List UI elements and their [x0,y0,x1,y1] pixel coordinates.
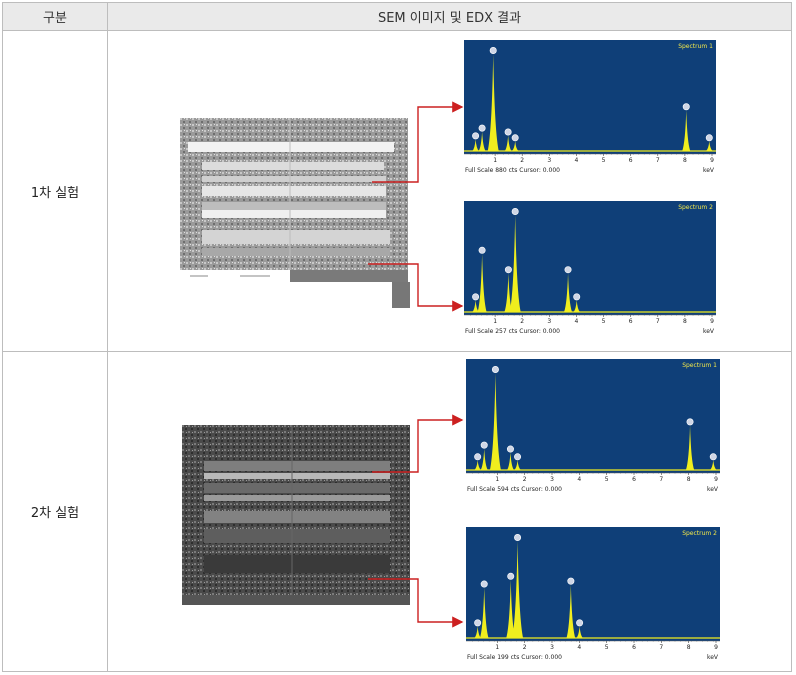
spectrum-2: Spectrum 2 1 2 3 4 5 6 7 8 9 Full Scale 257 cts Cu… [464,201,716,337]
x-tick-label: 3 [550,644,554,651]
peak-marker [709,453,717,461]
spectrum-footer: Full Scale 199 cts Cursor: 0.000 [467,654,562,661]
x-tick-label: 9 [714,644,718,651]
peak-marker [472,132,480,140]
peak-marker [682,103,690,111]
x-tick-label: 1 [495,644,499,651]
peak-marker [472,293,480,301]
spectrum-3: Spectrum 1 1 2 3 4 5 6 7 8 9 Full Scale 594 cts Cu… [466,359,720,495]
plot-area [466,359,720,473]
spectrum-footer: Full Scale 594 cts Cursor: 0.000 [467,486,562,493]
x-tick-label: 4 [577,476,581,483]
x-tick-label: 8 [683,157,687,164]
x-tick-label: 6 [632,644,636,651]
spectrum-title: Spectrum 1 [682,362,717,369]
spectrum-unit: keV [707,654,719,661]
row-2-label-cell: 2차 실험 [2,351,108,672]
peak-marker [507,572,515,580]
header-sem-edx-label: SEM 이미지 및 EDX 결과 [377,11,522,26]
plot-area [466,527,720,641]
peak-marker [478,124,486,132]
x-tick-label: 2 [520,318,524,325]
peak-marker [514,453,522,461]
peak-marker [705,134,713,142]
x-tick-label: 3 [547,157,551,164]
plot-area [464,201,716,315]
x-tick-label: 2 [520,157,524,164]
peak-marker [491,366,499,374]
x-tick-label: 7 [656,157,660,164]
peak-marker [480,580,488,588]
x-tick-label: 3 [550,476,554,483]
x-tick-label: 3 [547,318,551,325]
peak-marker [478,246,486,254]
peak-marker [474,619,482,627]
x-tick-label: 5 [605,644,609,651]
peak-marker [564,266,572,274]
spectrum-4: Spectrum 2 1 2 3 4 5 6 7 8 9 Full Scale 199 cts Cu… [466,527,720,663]
peak-marker [480,441,488,449]
x-tick-label: 8 [683,318,687,325]
peak-marker [504,128,512,136]
x-tick-label: 8 [687,644,691,651]
x-tick-label: 6 [629,318,633,325]
peak-marker [576,619,584,627]
x-tick-label: 4 [575,157,579,164]
peak-marker [686,418,694,426]
x-tick-label: 5 [605,476,609,483]
spectrum-footer: Full Scale 880 cts Cursor: 0.000 [465,167,560,174]
sem-image-2 [182,425,410,605]
spectrum-title: Spectrum 1 [678,43,713,50]
x-tick-label: 1 [493,318,497,325]
peak-marker [489,47,497,55]
x-tick-label: 7 [659,644,663,651]
header-sem-edx: SEM 이미지 및 EDX 결과 [107,2,792,31]
x-tick-label: 2 [523,644,527,651]
x-tick-label: 7 [659,476,663,483]
x-tick-label: 1 [495,476,499,483]
spectrum-footer: Full Scale 257 cts Cursor: 0.000 [465,328,560,335]
peak-marker [567,577,575,585]
peak-marker [573,293,581,301]
peak-marker [511,134,519,142]
spectrum-title: Spectrum 2 [682,530,717,537]
x-tick-label: 9 [710,318,714,325]
sem-image-1 [180,118,410,308]
header-category-label: 구분 [43,11,67,26]
spectrum-unit: keV [703,328,715,335]
peak-marker [511,208,519,216]
x-tick-label: 8 [687,476,691,483]
spectrum-1: Spectrum 1 1 2 3 4 5 6 7 8 9 Full Scale 880 cts Cu… [464,40,716,176]
x-tick-label: 4 [575,318,579,325]
x-tick-label: 9 [714,476,718,483]
plot-area [464,40,716,154]
peak-marker [474,453,482,461]
x-tick-label: 5 [602,318,606,325]
row-1-label-cell: 1차 실험 [2,30,108,352]
peak-marker [514,534,522,542]
spectrum-unit: keV [703,167,715,174]
x-tick-label: 9 [710,157,714,164]
x-tick-label: 5 [602,157,606,164]
x-tick-label: 1 [493,157,497,164]
x-tick-label: 7 [656,318,660,325]
x-tick-label: 6 [632,476,636,483]
x-tick-label: 2 [523,476,527,483]
x-tick-label: 4 [577,644,581,651]
peak-marker [506,445,514,453]
header-category: 구분 [2,2,108,31]
spectrum-unit: keV [707,486,719,493]
peak-marker [504,266,512,274]
row-1-label: 1차 실험 [30,185,80,201]
spectrum-title: Spectrum 2 [678,204,713,211]
x-tick-label: 6 [629,157,633,164]
row-2-label: 2차 실험 [30,506,80,521]
